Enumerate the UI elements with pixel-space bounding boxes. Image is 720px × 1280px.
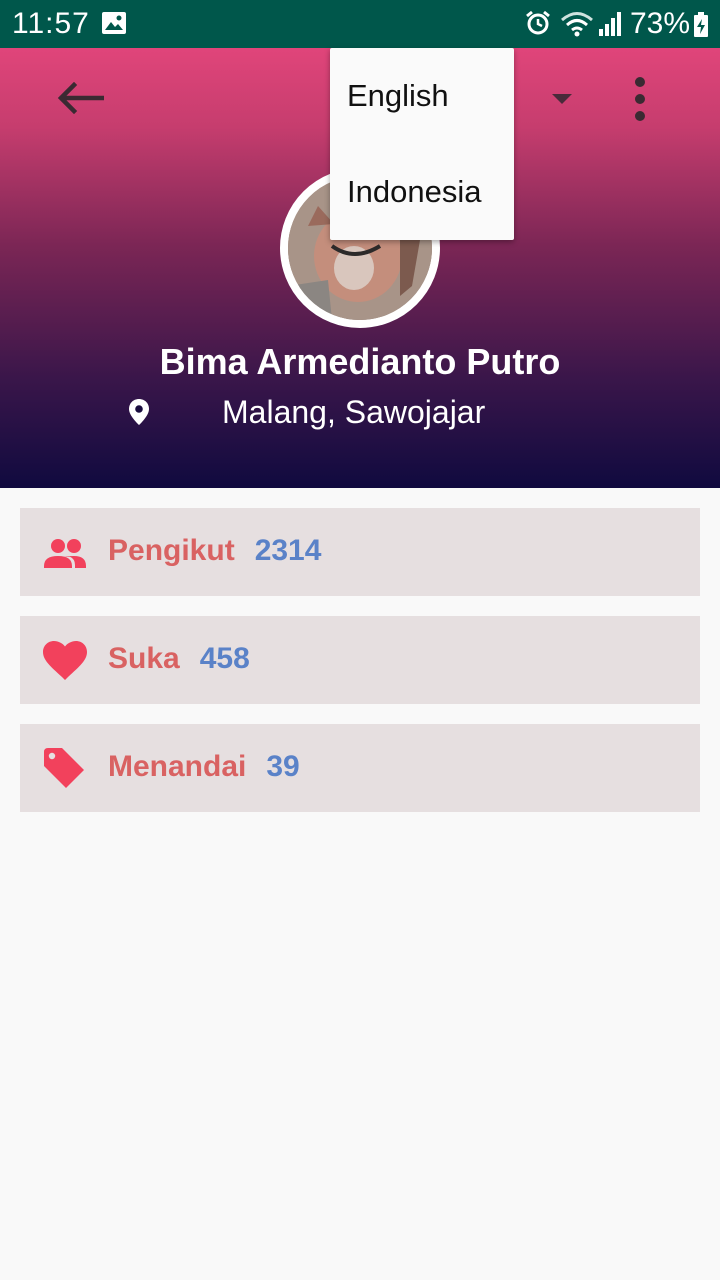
stat-card-likes[interactable]: Suka 458 — [20, 616, 700, 704]
stat-value: 458 — [199, 642, 250, 675]
people-icon — [44, 539, 86, 568]
more-vert-icon[interactable] — [622, 74, 658, 124]
stat-label: Pengikut — [108, 534, 235, 567]
alarm-icon — [526, 10, 550, 35]
status-bar: 11:57 73% — [0, 0, 720, 48]
gallery-icon — [102, 12, 126, 34]
stat-label: Menandai — [108, 750, 247, 783]
status-time: 11:57 — [12, 7, 90, 40]
language-menu: English Indonesia — [330, 48, 514, 240]
back-button[interactable] — [50, 74, 110, 122]
tag-icon — [44, 748, 84, 788]
battery-percent: 73% — [630, 7, 691, 40]
wifi-icon — [561, 12, 593, 37]
stat-card-tags[interactable]: Menandai 39 — [20, 724, 700, 812]
stat-label: Suka — [108, 642, 180, 675]
location-pin-icon — [129, 399, 149, 425]
heart-icon — [43, 641, 87, 680]
stat-value: 39 — [266, 750, 300, 783]
language-option-english[interactable]: English — [330, 48, 514, 144]
arrow-left-icon — [57, 82, 104, 114]
stat-value: 2314 — [254, 534, 322, 567]
signal-icon — [599, 12, 621, 36]
language-option-indonesia[interactable]: Indonesia — [330, 144, 514, 240]
stat-card-followers[interactable]: Pengikut 2314 — [20, 508, 700, 596]
battery-charging-icon — [694, 12, 708, 37]
profile-location: Malang, Sawojajar — [222, 394, 486, 430]
dropdown-arrow-icon[interactable] — [550, 92, 574, 106]
profile-name: Bima Armedianto Putro — [159, 341, 561, 382]
